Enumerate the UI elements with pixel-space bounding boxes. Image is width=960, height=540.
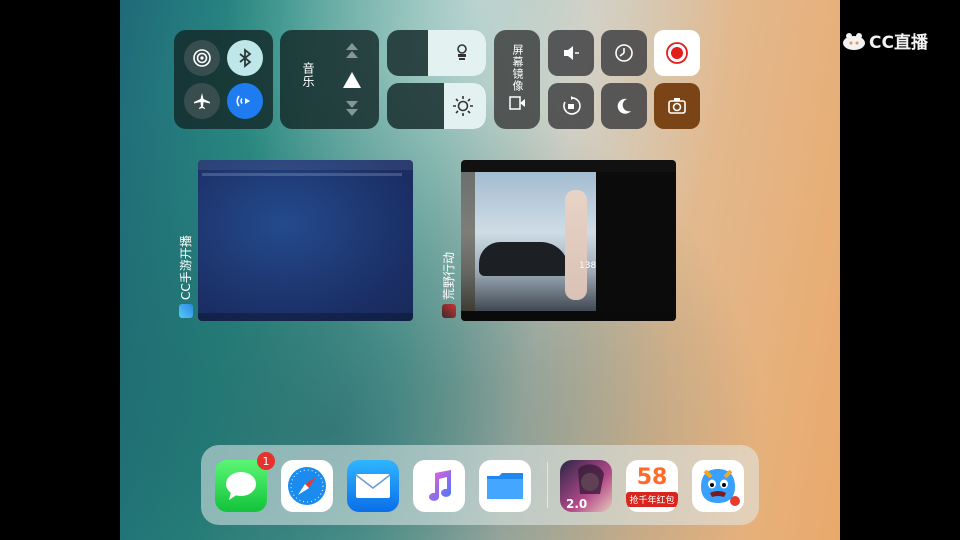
next-track-icon[interactable] <box>345 100 359 118</box>
dock-divider <box>547 462 548 508</box>
volume-slider[interactable] <box>387 30 486 76</box>
music-panel[interactable]: 音乐 <box>280 30 379 129</box>
camera-button[interactable] <box>654 83 700 129</box>
airplane-mode-icon[interactable] <box>184 83 220 119</box>
brightness-icon <box>453 96 473 116</box>
safari-app-icon[interactable] <box>281 460 333 512</box>
cc-logo-icon <box>843 32 865 50</box>
bluetooth-icon[interactable] <box>227 40 263 76</box>
rotation-lock-button[interactable] <box>548 83 594 129</box>
volume-icon <box>457 44 467 60</box>
card-info-line <box>202 173 402 176</box>
recent-game-app-icon[interactable]: 2.0 <box>560 460 612 512</box>
app-card-cc[interactable] <box>198 160 413 321</box>
music-app-icon[interactable] <box>413 460 465 512</box>
card-header-bar <box>198 160 413 170</box>
app-58-icon[interactable]: 58 抢千年红包 <box>626 460 678 512</box>
cc-app-icon <box>178 304 193 318</box>
app-card-cc-label: CC手游开播 <box>177 235 194 318</box>
wifi-icon[interactable] <box>227 83 263 119</box>
brightness-slider[interactable] <box>387 83 486 129</box>
timer-icon <box>615 44 633 62</box>
cc-app-name: CC手游开播 <box>179 235 193 300</box>
screen-mirroring-button[interactable]: 屏幕镜像 <box>494 30 540 129</box>
screen-mirroring-icon <box>509 96 525 110</box>
card-footer-bar <box>198 313 413 321</box>
moon-icon <box>617 98 631 114</box>
app-58-label: 58 <box>636 464 668 490</box>
camera-icon <box>668 98 686 114</box>
game-car <box>479 242 569 276</box>
app-card-game[interactable]: 138 <box>461 160 676 321</box>
messages-badge: 1 <box>257 452 275 470</box>
cc-live-watermark: CC直播 <box>842 28 928 53</box>
accessibility-shortcut-button[interactable] <box>548 30 594 76</box>
connectivity-panel <box>174 30 273 129</box>
app-58-caption: 抢千年红包 <box>626 491 678 507</box>
timer-button[interactable] <box>601 30 647 76</box>
record-icon <box>666 42 688 64</box>
game-top-bar <box>461 160 676 172</box>
game-left-menu <box>461 172 475 312</box>
game-bottom-bar <box>461 311 676 321</box>
watermark-text: CC直播 <box>869 33 928 53</box>
game-chat-panel <box>596 172 676 312</box>
mail-app-icon[interactable] <box>347 460 399 512</box>
files-app-icon[interactable] <box>479 460 531 512</box>
play-icon[interactable] <box>342 71 362 89</box>
screen-mirroring-label: 屏幕镜像 <box>511 44 524 92</box>
game-badge-number: 138 <box>579 261 597 271</box>
game-character <box>565 190 587 300</box>
game-app-icon <box>441 304 456 318</box>
speaker-icon <box>564 46 579 60</box>
music-label: 音乐 <box>301 62 315 88</box>
game-app-name: 荒野行动 <box>442 251 456 300</box>
app-card-game-label: 荒野行动 <box>440 252 457 318</box>
airdrop-icon[interactable] <box>184 40 220 76</box>
previous-track-icon[interactable] <box>345 42 359 60</box>
do-not-disturb-button[interactable] <box>601 83 647 129</box>
cartoon-app-icon[interactable] <box>692 460 744 512</box>
dock: 2.0 58 抢千年红包 <box>201 445 759 525</box>
screen-record-button[interactable] <box>654 30 700 76</box>
rotation-lock-icon <box>563 96 581 115</box>
svg-text:2.0: 2.0 <box>566 497 587 511</box>
